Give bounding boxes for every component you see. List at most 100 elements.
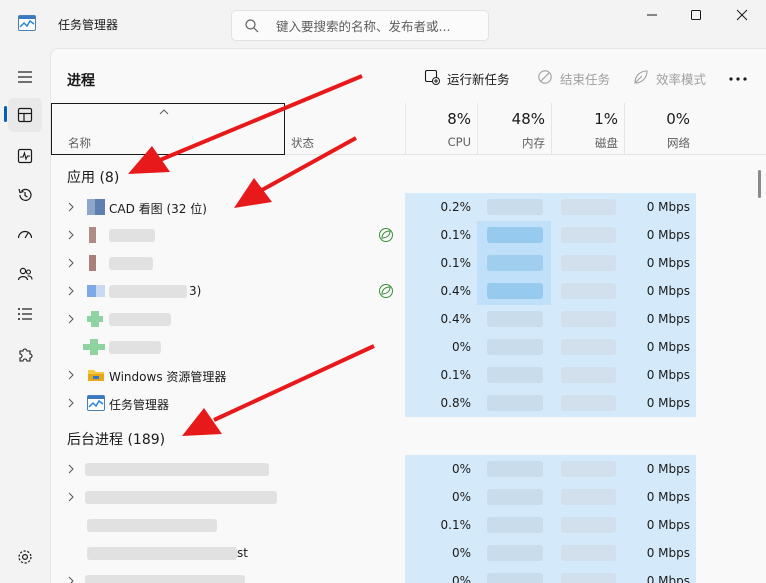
name-column-label: 名称: [68, 136, 91, 150]
cpu-value: 0.1%: [440, 368, 472, 382]
process-name-redacted: [85, 491, 277, 504]
table-row[interactable]: 0% 0 Mbps: [51, 567, 754, 583]
hamburger-icon: [18, 71, 32, 83]
nav-processes[interactable]: [8, 98, 42, 132]
cpu-value: 0.1%: [440, 518, 472, 532]
network-cell: 0 Mbps: [624, 389, 696, 417]
disk-value-redacted: [561, 339, 616, 355]
app-icon: [87, 311, 103, 327]
efficiency-mode-label: 效率模式: [656, 72, 707, 87]
search-input[interactable]: [276, 17, 482, 35]
scrollbar-thumb[interactable]: [758, 170, 761, 198]
cpu-cell: 0.4%: [405, 305, 477, 333]
process-name-redacted: [85, 463, 269, 476]
network-value: 0 Mbps: [646, 312, 690, 326]
app-icon: [83, 339, 105, 355]
nav-settings[interactable]: [8, 540, 42, 574]
title-bar: 任务管理器: [0, 0, 766, 48]
table-row[interactable]: CAD 看图 (32 位) 0.2% 0 Mbps: [51, 193, 754, 221]
chevron-right-icon[interactable]: [67, 314, 75, 324]
table-row[interactable]: 任务管理器 0.8% 0 Mbps: [51, 389, 754, 417]
nav-app-history[interactable]: [8, 178, 42, 212]
nav-services[interactable]: [8, 338, 42, 372]
sort-ascending-icon: [159, 109, 169, 115]
search-icon: [245, 19, 259, 33]
table-row[interactable]: st 0% 0 Mbps: [51, 539, 754, 567]
nav-users[interactable]: [8, 257, 42, 291]
gear-icon: [18, 550, 32, 564]
disk-column-header[interactable]: 1% 磁盘: [551, 103, 624, 155]
chevron-right-icon[interactable]: [67, 370, 75, 380]
memory-value-redacted: [487, 461, 543, 477]
memory-cell: [477, 277, 551, 305]
disk-cell: [551, 361, 624, 389]
chevron-right-icon[interactable]: [67, 492, 75, 502]
chevron-right-icon[interactable]: [67, 398, 75, 408]
table-row[interactable]: Windows 资源管理器 0.1% 0 Mbps: [51, 361, 754, 389]
table-row[interactable]: 0% 0 Mbps: [51, 455, 754, 483]
process-name-redacted: [109, 341, 161, 354]
cpu-cell: 0.2%: [405, 193, 477, 221]
nav-details[interactable]: [8, 297, 42, 331]
network-column-label: 网络: [667, 136, 690, 150]
more-options-button[interactable]: [723, 67, 753, 91]
table-row[interactable]: 0.1% 0 Mbps: [51, 221, 754, 249]
table-row[interactable]: 0.1% 0 Mbps: [51, 249, 754, 277]
process-name-redacted: [109, 229, 155, 242]
table-row[interactable]: 0.1% 0 Mbps: [51, 511, 754, 539]
table-row[interactable]: 3) 0.4% 0 Mbps: [51, 277, 754, 305]
minimize-button[interactable]: [630, 0, 674, 32]
network-value: 0 Mbps: [646, 368, 690, 382]
maximize-button[interactable]: [674, 0, 718, 32]
close-button[interactable]: [720, 0, 764, 32]
search-box[interactable]: [231, 10, 489, 41]
network-cell: 0 Mbps: [624, 193, 696, 221]
cpu-value: 0%: [451, 574, 471, 583]
task-manager-app-icon: [87, 395, 105, 411]
chevron-right-icon[interactable]: [67, 286, 75, 296]
status-column-header[interactable]: 状态: [291, 135, 314, 151]
network-cell: 0 Mbps: [624, 333, 696, 361]
cpu-cell: 0.8%: [405, 389, 477, 417]
services-puzzle-icon: [19, 348, 33, 362]
disk-cell: [551, 221, 624, 249]
nav-performance[interactable]: [8, 139, 42, 173]
process-name: 任务管理器: [109, 398, 170, 412]
memory-column-header[interactable]: 48% 内存: [477, 103, 551, 155]
cpu-cell: 0.4%: [405, 277, 477, 305]
process-name-redacted: [109, 257, 153, 270]
processes-page: 进程 运行新任务 结束任务 效率模式 名称 状态 8% CPU 48% 内存 1…: [50, 48, 766, 583]
table-row[interactable]: 0.4% 0 Mbps: [51, 305, 754, 333]
memory-cell: [477, 455, 551, 483]
chevron-right-icon[interactable]: [67, 230, 75, 240]
disk-cell: [551, 193, 624, 221]
table-row[interactable]: 0% 0 Mbps: [51, 483, 754, 511]
cpu-column-header[interactable]: 8% CPU: [405, 103, 477, 155]
vertical-scrollbar[interactable]: [755, 156, 765, 583]
chevron-right-icon[interactable]: [67, 258, 75, 268]
hamburger-menu-button[interactable]: [8, 60, 42, 94]
history-icon: [18, 188, 32, 201]
network-value: 0 Mbps: [646, 284, 690, 298]
leaf-icon: [634, 70, 648, 84]
nav-startup-apps[interactable]: [8, 218, 42, 252]
name-column-header[interactable]: 名称: [51, 103, 285, 155]
chevron-right-icon[interactable]: [67, 202, 75, 212]
ellipsis-icon: [729, 77, 747, 81]
disk-cell: [551, 277, 624, 305]
memory-cell: [477, 305, 551, 333]
network-column-header[interactable]: 0% 网络: [624, 103, 696, 155]
group-header-background: 后台进程 (189): [67, 432, 166, 448]
memory-value-redacted: [487, 489, 543, 505]
table-row[interactable]: 0% 0 Mbps: [51, 333, 754, 361]
chevron-right-icon[interactable]: [67, 464, 75, 474]
memory-cell: [477, 483, 551, 511]
cpu-value: 0%: [451, 490, 471, 504]
disk-value-redacted: [561, 395, 616, 411]
cpu-value: 0.1%: [440, 228, 472, 242]
memory-cell: [477, 361, 551, 389]
cpu-cell: 0%: [405, 567, 477, 583]
chevron-right-icon[interactable]: [67, 576, 75, 583]
cpu-value: 0.8%: [440, 396, 472, 410]
memory-cell: [477, 511, 551, 539]
